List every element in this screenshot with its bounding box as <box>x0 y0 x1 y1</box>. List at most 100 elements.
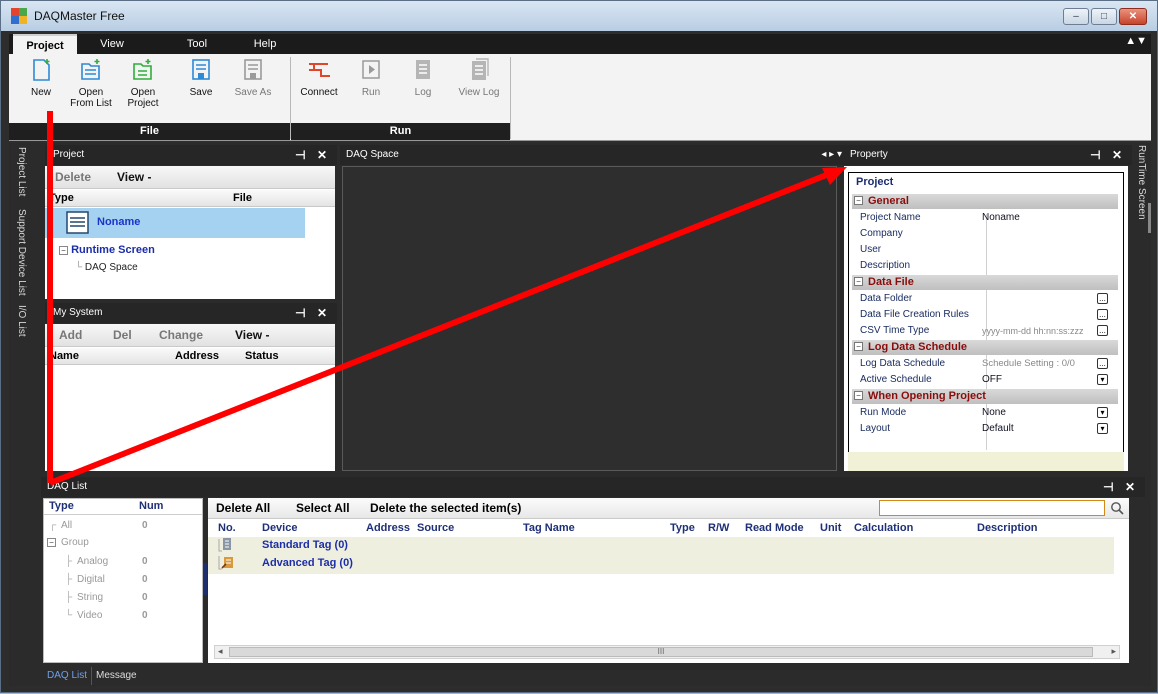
right-scroll-thumb[interactable] <box>1148 203 1151 233</box>
column-device[interactable]: Device <box>262 520 297 536</box>
column-read-mode[interactable]: Read Mode <box>745 520 804 536</box>
select-all-button[interactable]: Select All <box>296 498 350 519</box>
ellipsis-button[interactable]: ... <box>1097 309 1108 320</box>
scroll-left-icon[interactable]: ◂ <box>218 646 223 657</box>
type-row-group[interactable]: − Group <box>43 535 203 551</box>
column-address[interactable]: Address <box>366 520 410 536</box>
property-row[interactable]: Layout Default ▾ <box>852 421 1108 437</box>
tab-message[interactable]: Message <box>91 667 137 685</box>
close-button[interactable]: ✕ <box>1119 8 1147 25</box>
chevron-down-icon[interactable]: ▾ <box>1097 423 1108 434</box>
pin-close-controls[interactable]: ⊣ ✕ <box>1103 477 1139 497</box>
log-button[interactable]: Log <box>403 58 443 118</box>
search-input[interactable] <box>879 500 1105 516</box>
delete-selected-button[interactable]: Delete the selected item(s) <box>370 498 521 519</box>
connect-button[interactable]: Connect <box>297 58 341 118</box>
property-row[interactable]: Description <box>852 258 1108 274</box>
open-project-button[interactable]: Open Project <box>121 58 165 118</box>
column-description[interactable]: Description <box>977 520 1038 536</box>
type-row-digital[interactable]: ├ Digital 0 <box>43 572 203 588</box>
scroll-right-icon[interactable]: ▸ <box>1111 646 1116 657</box>
view-log-button[interactable]: View Log <box>455 58 503 118</box>
horizontal-scrollbar[interactable]: ◂ III ▸ <box>214 645 1120 659</box>
maximize-button[interactable]: □ <box>1091 8 1117 25</box>
delete-button[interactable]: Delete <box>55 166 91 189</box>
daq-space-canvas[interactable] <box>342 166 837 471</box>
tab-io-list[interactable]: I/O List <box>16 305 27 337</box>
column-file[interactable]: File <box>233 190 252 207</box>
column-name[interactable]: Name <box>49 348 79 365</box>
menu-view[interactable]: View <box>87 34 137 54</box>
type-row-video[interactable]: └ Video 0 <box>43 608 203 624</box>
property-category[interactable]: − Data File <box>852 275 1118 290</box>
column-status[interactable]: Status <box>245 348 279 365</box>
add-button[interactable]: Add <box>59 324 82 347</box>
scroll-thumb[interactable]: III <box>229 647 1093 657</box>
delete-all-button[interactable]: Delete All <box>216 498 270 519</box>
property-category[interactable]: − Log Data Schedule <box>852 340 1118 355</box>
property-row[interactable]: Data File Creation Rules... <box>852 307 1108 323</box>
open-from-list-button[interactable]: Open From List <box>69 58 113 118</box>
tab-runtime-screen[interactable]: RunTime Screen <box>1136 145 1147 220</box>
tree-daq-space[interactable]: └ DAQ Space <box>75 262 138 273</box>
pin-close-controls[interactable]: ⊣ ✕ <box>295 145 331 165</box>
view-menu-button[interactable]: View - <box>117 166 151 189</box>
column-calculation[interactable]: Calculation <box>854 520 913 536</box>
column-address[interactable]: Address <box>175 348 219 365</box>
tab-project-list[interactable]: Project List <box>16 147 27 196</box>
property-category[interactable]: − When Opening Project <box>852 389 1118 404</box>
property-row[interactable]: Project Name Noname <box>852 210 1108 226</box>
collapse-icon[interactable]: − <box>854 277 863 286</box>
minimize-button[interactable]: – <box>1063 8 1089 25</box>
property-row[interactable]: Run Mode None ▾ <box>852 405 1108 421</box>
daq-space-nav-controls[interactable]: ◂ ▸ ▾ <box>821 145 842 165</box>
column-source[interactable]: Source <box>417 520 454 536</box>
menu-help[interactable]: Help <box>245 34 285 54</box>
project-row-noname[interactable]: Noname <box>45 208 305 238</box>
property-row[interactable]: Data Folder... <box>852 291 1108 307</box>
del-button[interactable]: Del <box>113 324 132 347</box>
column-type[interactable]: Type <box>670 520 695 536</box>
splitter-grip[interactable] <box>203 563 207 595</box>
tab-support-device-list[interactable]: Support Device List <box>16 209 27 296</box>
ellipsis-button[interactable]: ... <box>1097 358 1108 369</box>
property-row[interactable]: Log Data Schedule Schedule Setting : 0/0.… <box>852 356 1108 372</box>
menu-tool[interactable]: Tool <box>175 34 219 54</box>
new-button[interactable]: New <box>21 58 61 118</box>
chevron-down-icon[interactable]: ▾ <box>1097 374 1108 385</box>
property-row[interactable]: Company <box>852 226 1108 242</box>
column-tag-name[interactable]: Tag Name <box>523 520 575 536</box>
type-row-analog[interactable]: ├ Analog 0 <box>43 554 203 570</box>
tab-daq-list[interactable]: DAQ List <box>47 667 87 685</box>
type-row-string[interactable]: ├ String 0 <box>43 590 203 606</box>
ribbon-toggle-button[interactable]: ▲▼ <box>1125 35 1147 47</box>
property-row[interactable]: User <box>852 242 1108 258</box>
pin-close-controls[interactable]: ⊣ ✕ <box>295 303 331 323</box>
chevron-down-icon[interactable]: ▾ <box>1097 407 1108 418</box>
pin-close-controls[interactable]: ⊣ ✕ <box>1090 145 1126 165</box>
column-rw[interactable]: R/W <box>708 520 729 536</box>
tree-runtime-screen[interactable]: − Runtime Screen <box>59 244 155 256</box>
search-icon[interactable] <box>1110 501 1124 515</box>
collapse-icon[interactable]: − <box>47 538 56 547</box>
view-menu-button[interactable]: View - <box>235 324 269 347</box>
property-category[interactable]: − General <box>852 194 1118 209</box>
menu-project[interactable]: Project <box>13 34 77 54</box>
property-row[interactable]: Active Schedule OFF ▾ <box>852 372 1108 388</box>
column-unit[interactable]: Unit <box>820 520 841 536</box>
column-no[interactable]: No. <box>218 520 236 536</box>
type-row-all[interactable]: ┌ All 0 <box>43 518 203 534</box>
collapse-icon[interactable]: − <box>854 342 863 351</box>
ellipsis-button[interactable]: ... <box>1097 325 1108 336</box>
property-row[interactable]: CSV Time Type yyyy-mm-dd hh:nn:ss:zzz... <box>852 323 1108 339</box>
column-type[interactable]: Type <box>49 190 74 207</box>
save-button[interactable]: Save <box>181 58 221 118</box>
collapse-icon[interactable]: − <box>59 246 68 255</box>
change-button[interactable]: Change <box>159 324 203 347</box>
run-button[interactable]: Run <box>351 58 391 118</box>
property-description-area <box>848 452 1124 471</box>
collapse-icon[interactable]: − <box>854 196 863 205</box>
ellipsis-button[interactable]: ... <box>1097 293 1108 304</box>
collapse-icon[interactable]: − <box>854 391 863 400</box>
save-as-button[interactable]: Save As <box>231 58 275 118</box>
